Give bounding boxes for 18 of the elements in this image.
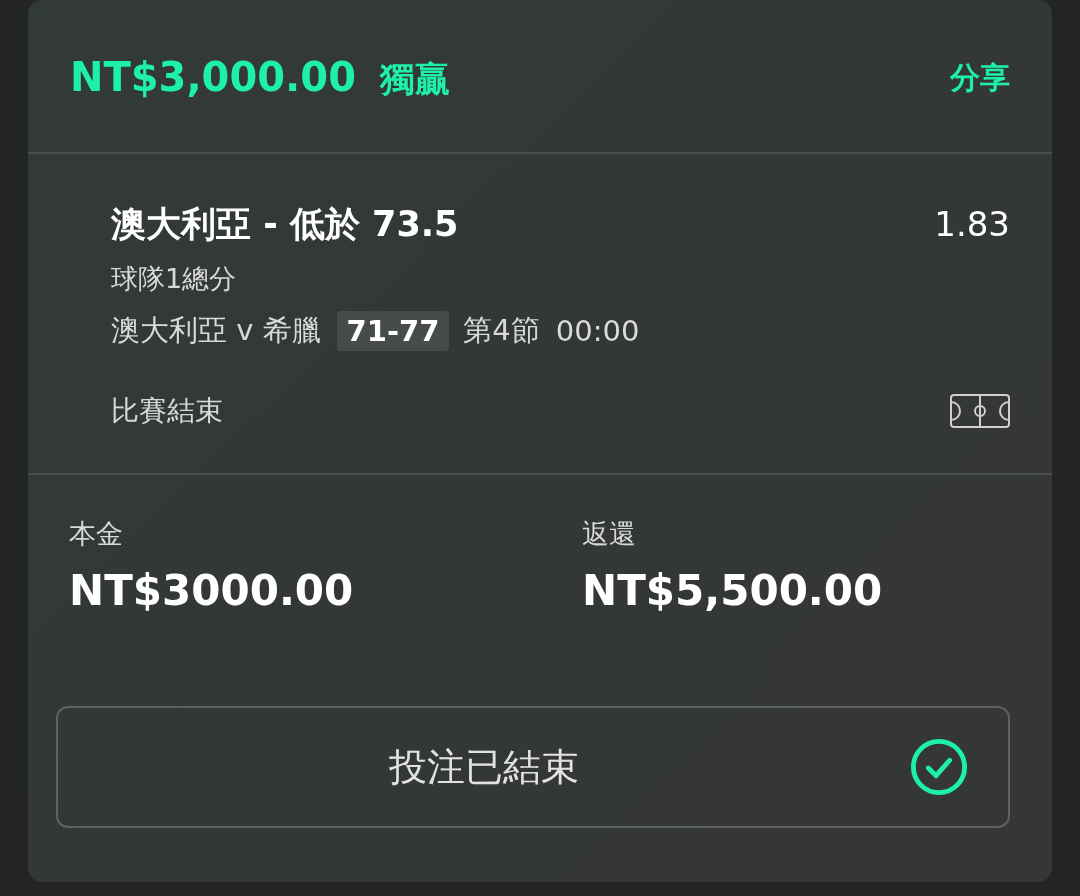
share-link[interactable]: 分享 (950, 57, 1010, 99)
stake-label: 本金 (69, 517, 124, 551)
stake-value: NT$3000.00 (69, 566, 355, 616)
win-amount: NT$3,000.00 (70, 53, 356, 100)
match-period: 第4節 (463, 312, 540, 349)
match-status: 比賽結束 (111, 393, 223, 429)
bet-type-label: 獨贏 (380, 57, 450, 101)
score-badge: 71-77 (336, 311, 450, 351)
stake-value: NT$5,500.00 (582, 566, 884, 616)
stake-label: 返還 (582, 517, 637, 551)
market-name: 球隊1總分 (111, 262, 238, 296)
court-icon (950, 394, 1010, 428)
check-circle-icon (910, 738, 968, 796)
bet-settled-button[interactable]: 投注已結束 (56, 706, 1010, 828)
match-clock: 00:00 (555, 314, 640, 348)
odds-value: 1.83 (934, 204, 1010, 244)
selection-title: 澳大利亞 - 低於 73.5 (111, 202, 459, 246)
match-teams: 澳大利亞 v 希臘 (111, 312, 321, 349)
